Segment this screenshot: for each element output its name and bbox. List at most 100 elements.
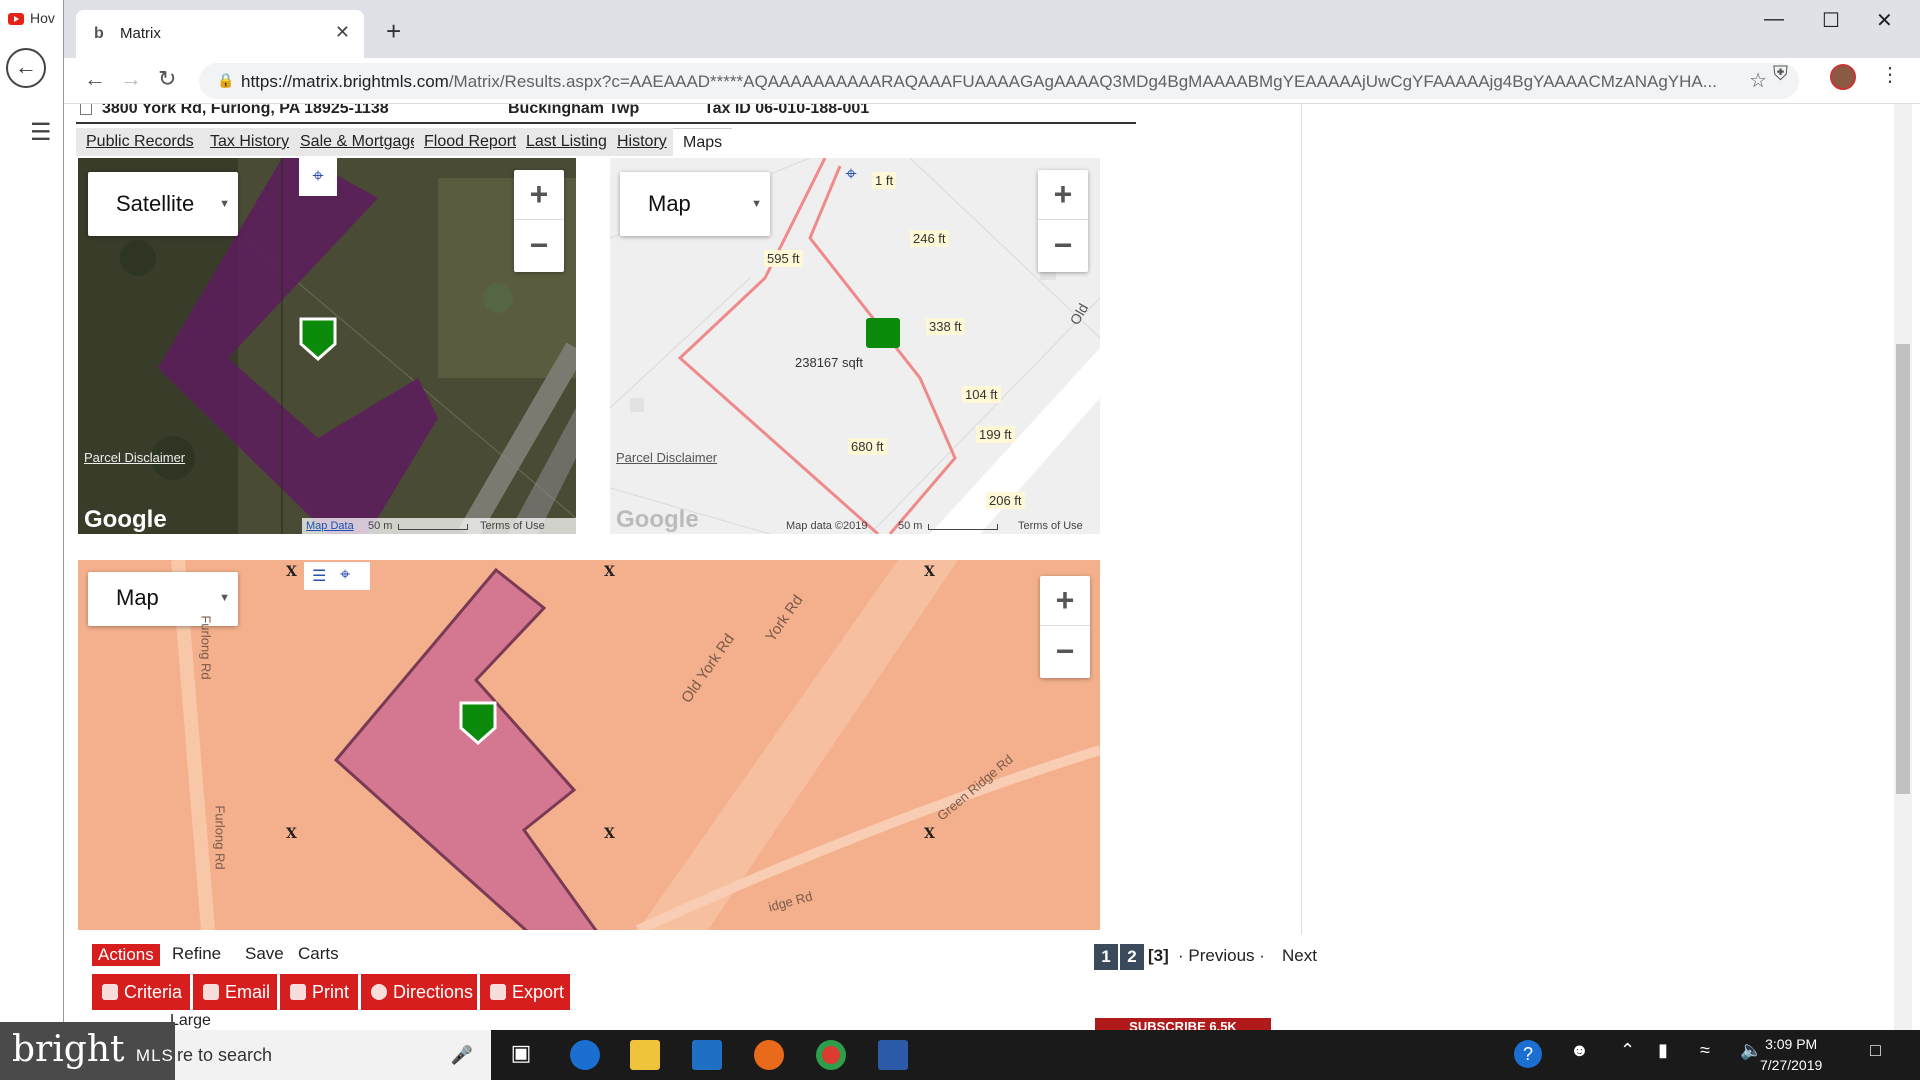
- zoom-in-button[interactable]: +: [1040, 576, 1090, 626]
- map-footer: Map Data 50 m Terms of Use: [302, 518, 576, 534]
- file-explorer-icon[interactable]: [630, 1040, 660, 1070]
- map-type-selector[interactable]: Satellite ▼: [88, 172, 238, 236]
- parcel-map[interactable]: Map ▼ ⌖ + − 1 ft 246 ft 595 ft 338 ft 238…: [610, 158, 1100, 534]
- extension-shield-icon[interactable]: ⛨: [1773, 63, 1788, 86]
- zoom-out-button[interactable]: −: [1040, 627, 1090, 677]
- tab-last-listing[interactable]: Last Listing: [516, 128, 617, 156]
- system-clock[interactable]: 3:09 PM 7/27/2019: [1760, 1034, 1822, 1076]
- page-1-link[interactable]: 1: [1094, 944, 1118, 970]
- measurement-label: 104 ft: [962, 386, 1001, 403]
- parcel-disclaimer-link[interactable]: Parcel Disclaimer: [616, 450, 717, 465]
- zoom-out-button[interactable]: −: [514, 221, 564, 271]
- map-type-selector[interactable]: Map ▼: [620, 172, 770, 236]
- profile-avatar[interactable]: [1830, 64, 1856, 90]
- zoom-in-button[interactable]: +: [514, 170, 564, 220]
- zoom-in-button[interactable]: +: [1038, 170, 1088, 220]
- satellite-map[interactable]: Satellite ▼ ⌖ + − Parcel Disclaimer Googl…: [78, 158, 576, 534]
- listing-township: Buckingham Twp: [508, 104, 640, 117]
- property-pin-icon[interactable]: [298, 316, 338, 362]
- minimize-button[interactable]: —: [1764, 8, 1784, 31]
- tray-chevron-icon[interactable]: ⌃: [1620, 1040, 1635, 1061]
- battery-icon[interactable]: ▮: [1658, 1040, 1668, 1061]
- notifications-icon[interactable]: □: [1870, 1040, 1881, 1061]
- tab-flood-report[interactable]: Flood Report: [414, 128, 527, 156]
- back-button[interactable]: ←: [84, 66, 106, 92]
- tab-public-records[interactable]: Public Records: [76, 128, 204, 156]
- browser-window: b Matrix ✕ + — ☐ ✕ ← → ↻ 🔒 https://matri…: [63, 0, 1920, 1030]
- reload-button[interactable]: ↻: [158, 66, 176, 92]
- outlook-icon[interactable]: [692, 1040, 722, 1070]
- carts-link[interactable]: Carts: [298, 944, 339, 964]
- flood-zone-x-marker: X: [604, 826, 615, 842]
- browser-menu-icon[interactable]: ⋮: [1880, 62, 1900, 87]
- page-2-link[interactable]: 2: [1120, 944, 1144, 970]
- flood-map[interactable]: Map ▼ ☰ ⌖ + − X X X X X X Furlong Rd Furl…: [78, 560, 1100, 930]
- chrome-icon[interactable]: [816, 1040, 846, 1070]
- next-link[interactable]: Next: [1282, 946, 1317, 966]
- directions-button[interactable]: Directions: [361, 974, 477, 1010]
- window-close-button[interactable]: ✕: [1876, 8, 1893, 33]
- tab-maps[interactable]: Maps: [673, 128, 733, 156]
- tab-close-icon[interactable]: ✕: [335, 22, 350, 43]
- microphone-icon[interactable]: 🎤: [451, 1030, 473, 1080]
- column-divider: [1301, 104, 1302, 934]
- crosshair-icon[interactable]: ⌖: [299, 158, 337, 196]
- email-button[interactable]: Email: [193, 974, 277, 1010]
- listing-tax-id: Tax ID 06-010-188-001: [704, 104, 870, 117]
- tab-strip: b Matrix ✕ + — ☐ ✕: [64, 0, 1920, 58]
- bookmark-star-icon[interactable]: ☆: [1749, 68, 1767, 93]
- word-icon[interactable]: [878, 1040, 908, 1070]
- tab-history[interactable]: History: [607, 128, 677, 156]
- browser-tab-matrix[interactable]: b Matrix ✕: [76, 10, 364, 58]
- measurement-label: 680 ft: [848, 438, 887, 455]
- crosshair-icon[interactable]: ⌖: [340, 564, 350, 585]
- actions-label[interactable]: Actions: [92, 944, 160, 966]
- refine-link[interactable]: Refine: [172, 944, 221, 964]
- help-icon[interactable]: ?: [1514, 1040, 1542, 1068]
- export-button[interactable]: Export: [480, 974, 570, 1010]
- background-back-button[interactable]: ←: [6, 48, 46, 88]
- scrollbar-thumb[interactable]: [1896, 344, 1910, 794]
- page-content: 3800 York Rd, Furlong, PA 18925-1138 Buc…: [64, 104, 1920, 1030]
- maximize-button[interactable]: ☐: [1822, 8, 1840, 33]
- listing-checkbox[interactable]: [80, 104, 92, 115]
- tab-tax-history[interactable]: Tax History: [200, 128, 300, 156]
- forward-button[interactable]: →: [120, 66, 142, 92]
- terms-link[interactable]: Terms of Use: [480, 518, 545, 534]
- taskbar-search[interactable]: re to search 🎤: [175, 1030, 491, 1080]
- task-view-icon[interactable]: ▣: [506, 1040, 536, 1070]
- layers-icon[interactable]: ☰: [312, 566, 326, 586]
- page-scrollbar[interactable]: [1894, 104, 1912, 1030]
- terms-link[interactable]: Terms of Use: [1018, 518, 1083, 534]
- edge-icon[interactable]: [570, 1040, 600, 1070]
- save-link[interactable]: Save: [245, 944, 284, 964]
- background-tab[interactable]: Hov: [8, 10, 58, 32]
- print-button[interactable]: Print: [280, 974, 358, 1010]
- address-bar[interactable]: 🔒 https://matrix.brightmls.com/Matrix/Re…: [199, 63, 1799, 99]
- browser-toolbar: ← → ↻ 🔒 https://matrix.brightmls.com/Mat…: [64, 58, 1920, 104]
- zoom-control: + −: [514, 170, 564, 272]
- new-tab-button[interactable]: +: [386, 16, 401, 47]
- zoom-out-button[interactable]: −: [1038, 221, 1088, 271]
- previous-link[interactable]: · Previous ·: [1178, 946, 1265, 966]
- map-data-link[interactable]: Map Data: [306, 518, 354, 534]
- people-icon[interactable]: ☻: [1570, 1040, 1589, 1061]
- flood-zone-x-marker: X: [924, 826, 935, 842]
- property-pin-icon[interactable]: [458, 700, 498, 746]
- search-icon: [102, 984, 118, 1000]
- tab-sale-mortgage[interactable]: Sale & Mortgage: [290, 128, 430, 156]
- criteria-button[interactable]: Criteria: [92, 974, 190, 1010]
- crosshair-icon[interactable]: ⌖: [832, 158, 870, 194]
- wifi-icon[interactable]: ≈: [1700, 1040, 1710, 1061]
- measurement-label: 338 ft: [926, 318, 965, 335]
- hamburger-menu-icon[interactable]: ☰: [30, 118, 52, 147]
- firefox-icon[interactable]: [754, 1040, 784, 1070]
- measurement-label: 206 ft: [986, 492, 1025, 509]
- bright-favicon-icon: b: [94, 25, 104, 42]
- map-type-selector[interactable]: Map ▼: [88, 572, 238, 626]
- obscured-label: Large: [170, 1012, 211, 1029]
- measurement-label: 1 ft: [872, 172, 897, 189]
- parcel-disclaimer-link[interactable]: Parcel Disclaimer: [84, 450, 185, 465]
- property-pin-icon[interactable]: [866, 318, 900, 348]
- bright-mls-watermark: bright MLS: [0, 1022, 175, 1080]
